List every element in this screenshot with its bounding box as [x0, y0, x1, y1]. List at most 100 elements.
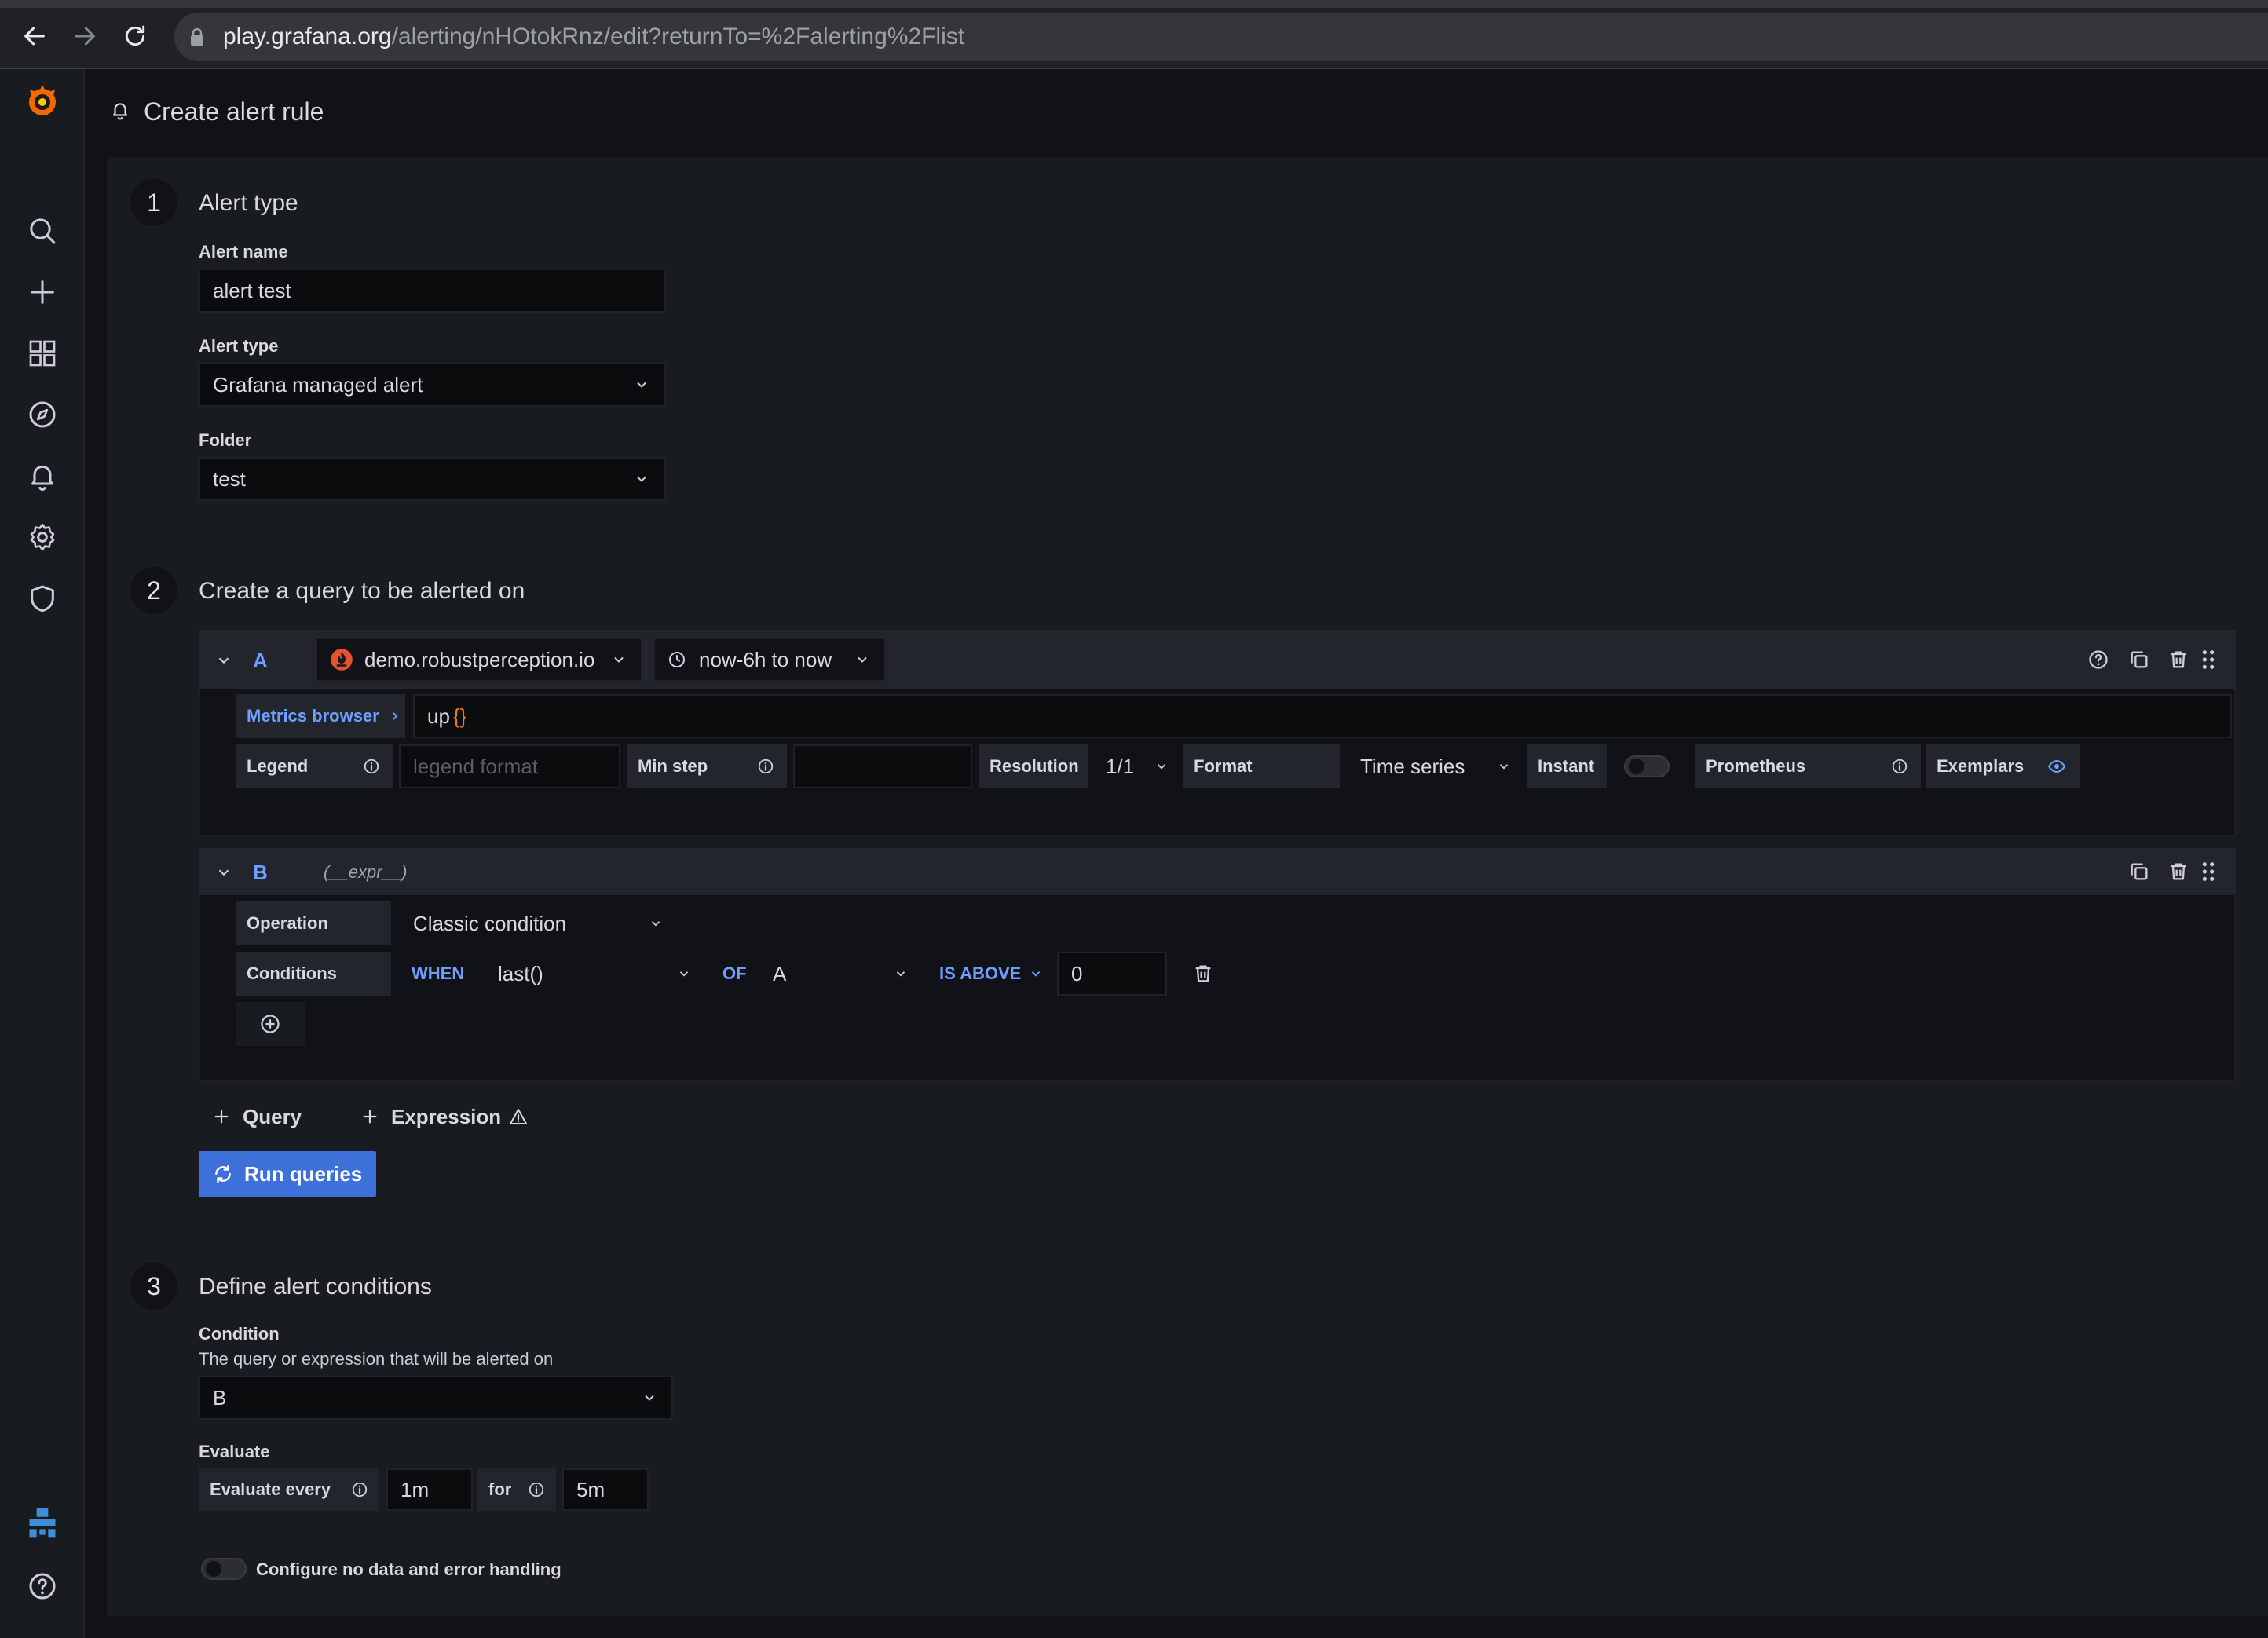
- plus-icon: [213, 1108, 230, 1125]
- info-icon[interactable]: [528, 1481, 545, 1498]
- url-text[interactable]: play.grafana.org/alerting/nHOtokRnz/edit…: [223, 24, 964, 50]
- threshold-input[interactable]: 0: [1057, 952, 1167, 996]
- clock-icon: [668, 650, 686, 669]
- url-host: play.grafana.org: [223, 24, 392, 49]
- alert-type-value: Grafana managed alert: [213, 372, 423, 397]
- query-b-ref[interactable]: B: [253, 861, 268, 885]
- no-data-error-toggle[interactable]: [201, 1558, 247, 1580]
- eye-icon[interactable]: [2047, 757, 2067, 776]
- format-value: Time series: [1360, 754, 1465, 778]
- chevron-down-icon: [634, 377, 649, 393]
- evaluate-every-input[interactable]: 1m: [386, 1468, 473, 1511]
- back-arrow-icon[interactable]: [19, 20, 50, 52]
- evaluator-select[interactable]: IS ABOVE: [927, 952, 1054, 996]
- time-range-value: now-6h to now: [699, 647, 832, 671]
- evaluate-every-value: 1m: [401, 1477, 430, 1501]
- no-data-error-label: Configure no data and error handling: [256, 1559, 562, 1579]
- for-label-text: for: [488, 1479, 512, 1499]
- chevron-down-icon: [1154, 759, 1169, 773]
- condition-value: B: [213, 1385, 227, 1409]
- duplicate-expression-icon[interactable]: [2128, 861, 2150, 883]
- explore-compass-icon[interactable]: [24, 396, 61, 433]
- alert-name-input[interactable]: alert test: [199, 269, 665, 313]
- user-avatar-icon[interactable]: [24, 1505, 61, 1542]
- search-icon[interactable]: [24, 212, 61, 250]
- dashboards-grid-icon[interactable]: [24, 335, 61, 372]
- create-plus-icon[interactable]: [24, 273, 61, 311]
- condition-query-select[interactable]: A: [759, 952, 924, 996]
- step-title-alert-type: Alert type: [199, 190, 298, 216]
- add-query-label: Query: [243, 1104, 302, 1128]
- legend-format-placeholder: legend format: [413, 754, 538, 778]
- add-condition-button[interactable]: [236, 1002, 305, 1046]
- chevron-down-icon: [854, 652, 870, 667]
- prometheus-label: Prometheus: [1695, 744, 1921, 788]
- alert-type-select[interactable]: Grafana managed alert: [199, 363, 665, 407]
- instant-label: Instant: [1527, 744, 1607, 788]
- time-range-picker[interactable]: now-6h to now: [653, 638, 886, 682]
- chevron-down-icon: [649, 916, 663, 931]
- for-label: for: [477, 1468, 556, 1511]
- forward-arrow-icon[interactable]: [69, 20, 101, 52]
- delete-query-trash-icon[interactable]: [2167, 649, 2189, 671]
- lock-icon: [188, 27, 206, 47]
- evaluate-every-label: Evaluate every: [199, 1468, 379, 1511]
- prometheus-datasource-icon: [330, 648, 353, 671]
- query-a-ref[interactable]: A: [253, 649, 268, 673]
- exemplars-label: Exemplars: [1926, 744, 2080, 788]
- help-question-icon[interactable]: [24, 1567, 61, 1605]
- promql-query-editor[interactable]: up{}: [413, 694, 2232, 738]
- evaluate-label: Evaluate: [199, 1442, 270, 1461]
- resolution-select[interactable]: 1/1: [1092, 744, 1180, 788]
- drag-handle-icon[interactable]: [2199, 861, 2218, 883]
- alerting-bell-icon[interactable]: [24, 457, 61, 495]
- format-select[interactable]: Time series: [1346, 744, 1522, 788]
- for-duration-input[interactable]: 5m: [562, 1468, 649, 1511]
- server-admin-shield-icon[interactable]: [24, 580, 61, 617]
- info-icon[interactable]: [351, 1481, 368, 1498]
- legend-format-input[interactable]: legend format: [399, 744, 620, 788]
- info-icon[interactable]: [1891, 758, 1908, 775]
- collapse-chevron-icon[interactable]: [215, 652, 232, 669]
- collapse-chevron-icon[interactable]: [215, 864, 232, 881]
- add-query-button[interactable]: Query: [199, 1095, 337, 1139]
- datasource-picker[interactable]: demo.robustperception.io: [316, 638, 642, 682]
- alert-name-label: Alert name: [199, 242, 288, 261]
- step-number-2: 2: [130, 567, 177, 614]
- resolution-label: Resolution: [979, 744, 1088, 788]
- step-number-1: 1: [130, 179, 177, 226]
- browser-tabstrip: [0, 0, 2268, 8]
- chevron-right-icon: [389, 710, 401, 722]
- folder-value: test: [213, 466, 246, 491]
- duplicate-query-icon[interactable]: [2128, 649, 2150, 671]
- folder-select[interactable]: test: [199, 457, 665, 501]
- step-title-conditions: Define alert conditions: [199, 1274, 432, 1300]
- chevron-down-icon: [611, 652, 627, 667]
- query-expression: up: [427, 704, 450, 728]
- reducer-select[interactable]: last(): [484, 952, 707, 996]
- operation-select[interactable]: Classic condition: [399, 901, 679, 945]
- reload-icon[interactable]: [119, 20, 151, 52]
- info-icon[interactable]: [757, 758, 774, 775]
- add-expression-button[interactable]: Expression: [346, 1095, 542, 1139]
- help-circle-icon[interactable]: [2087, 649, 2109, 671]
- instant-toggle[interactable]: [1624, 755, 1670, 777]
- min-step-input[interactable]: [793, 744, 972, 788]
- delete-condition-trash-icon[interactable]: [1192, 963, 1214, 985]
- delete-expression-trash-icon[interactable]: [2167, 861, 2189, 883]
- metrics-browser-button[interactable]: Metrics browser: [236, 694, 405, 738]
- run-queries-button[interactable]: Run queries: [199, 1151, 376, 1197]
- chevron-down-icon: [894, 967, 908, 981]
- run-queries-label: Run queries: [244, 1161, 363, 1186]
- step-title-query: Create a query to be alerted on: [199, 578, 525, 604]
- configuration-gear-icon[interactable]: [24, 518, 61, 556]
- for-duration-value: 5m: [576, 1477, 605, 1501]
- add-expression-label: Expression: [391, 1104, 502, 1128]
- warning-triangle-icon: [509, 1108, 528, 1125]
- bell-icon: [110, 99, 130, 121]
- info-icon[interactable]: [363, 758, 380, 775]
- datasource-name: demo.robustperception.io: [364, 647, 595, 671]
- condition-select[interactable]: B: [199, 1376, 673, 1420]
- drag-handle-icon[interactable]: [2199, 649, 2218, 671]
- grafana-logo-icon[interactable]: [24, 82, 61, 119]
